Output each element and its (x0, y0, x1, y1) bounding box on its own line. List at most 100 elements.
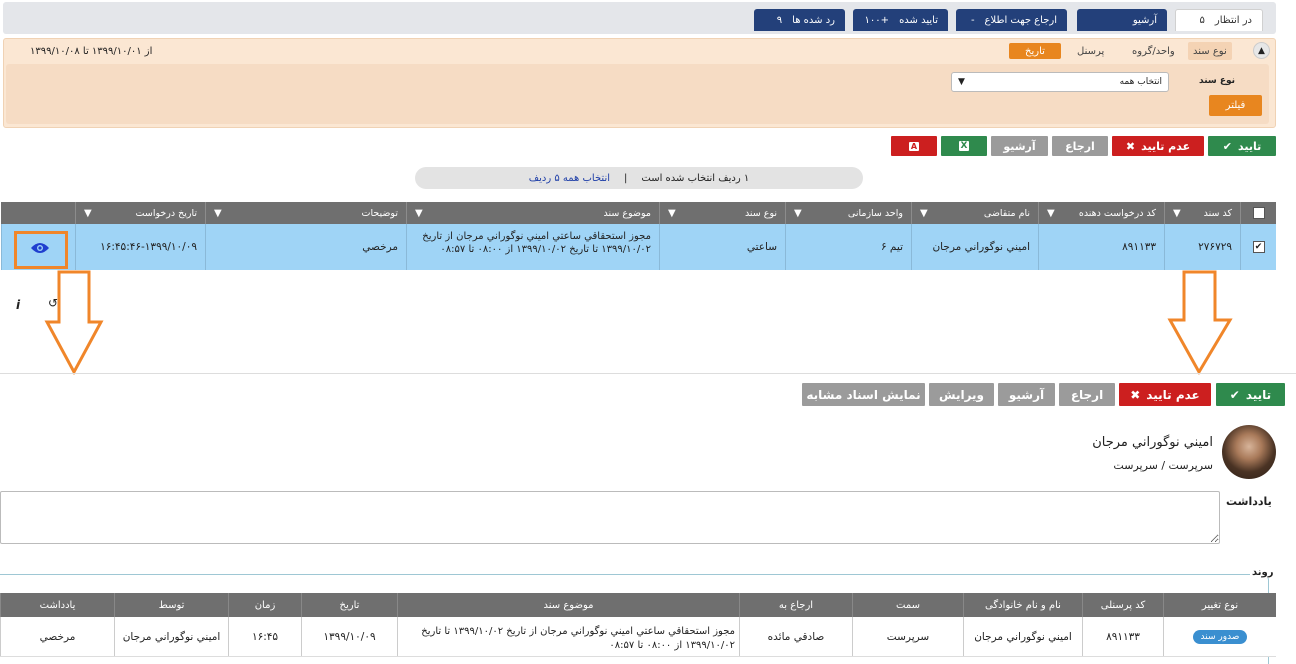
cell-doc-type: ساعتي (659, 224, 785, 270)
col-description-label: توضیحات (361, 207, 398, 219)
col-unit[interactable]: واحد سازمانی ▼ (785, 202, 911, 224)
archive-button[interactable]: آرشیو (991, 136, 1048, 156)
separator: | (624, 172, 628, 184)
col-request-date-label: تاریخ درخواست (135, 207, 197, 219)
tab-approved-label: تایید شده (899, 14, 938, 26)
col-doc-type[interactable]: نوع سند ▼ (659, 202, 785, 224)
col-requester-code-label: کد درخواست دهنده (1078, 207, 1156, 219)
tab-rejected-count: ۹ (776, 14, 783, 26)
col-subject: موضوع سند (397, 593, 739, 617)
table-row[interactable]: ✔ ۲۷۶۷۲۹ ۸۹۱۱۳۳ اميني نوگوراني مرجان تیم… (1, 224, 1276, 270)
tab-approved[interactable]: تایید شده +۱۰۰ (853, 9, 948, 31)
filter-icon[interactable]: ▼ (920, 208, 928, 219)
detail-refer-button[interactable]: ارجاع (1059, 383, 1115, 406)
cell-description: مرخصي (205, 224, 406, 270)
excel-export-button[interactable]: X (941, 136, 987, 156)
col-requester-code[interactable]: کد درخواست دهنده ▼ (1038, 202, 1164, 224)
grid-header: کد سند ▼ کد درخواست دهنده ▼ نام متقاضی ▼ وا… (1, 202, 1276, 224)
filter-icon[interactable]: ▼ (415, 208, 423, 219)
filter-tab-personnel[interactable]: پرسنل (1072, 42, 1109, 60)
tab-approved-count: +۱۰۰ (864, 14, 890, 26)
filter-button[interactable]: فیلتر (1209, 95, 1262, 116)
detail-approve-button[interactable]: ✔ تایید (1216, 383, 1285, 406)
col-description[interactable]: توضیحات ▼ (205, 202, 406, 224)
tab-rejected-label: رد شده ها (792, 14, 835, 26)
tab-archive-label: آرشیو (1132, 14, 1157, 26)
filter-icon[interactable]: ▼ (668, 208, 676, 219)
cell-personnel-code: ۸۹۱۱۳۳ (1082, 617, 1163, 656)
cell-date: ۱۳۹۹/۱۰/۰۹ (301, 617, 397, 656)
col-personnel-code: کد پرسنلی (1082, 593, 1163, 617)
col-subject[interactable]: موضوع سند ▼ (406, 202, 659, 224)
col-note: یادداشت (0, 593, 114, 617)
doc-type-label: نوع سند (1199, 76, 1236, 86)
tab-refer-info[interactable]: ارجاع جهت اطلاع - (956, 9, 1067, 31)
filter-icon[interactable]: ▼ (84, 208, 92, 219)
pdf-export-button[interactable]: A (891, 136, 937, 156)
tab-pending[interactable]: در انتظار ۵ (1175, 9, 1263, 31)
check-icon: ✔ (1229, 387, 1240, 402)
doc-type-select[interactable]: انتخاب همه ▼ (951, 72, 1169, 92)
col-by: توسط (114, 593, 228, 617)
similar-docs-button[interactable]: نمایش اسناد مشابه (802, 383, 925, 406)
note-textarea[interactable] (0, 491, 1220, 544)
cell-subject: مجوز استحقاقي ساعتي اميني نوگوراني مرجان… (406, 224, 659, 270)
cell-change-type: صدور سند (1163, 617, 1276, 656)
detail-reject-button[interactable]: ✖ عدم تایید (1119, 383, 1211, 406)
down-arrow-icon (44, 270, 104, 377)
reject-button[interactable]: ✖ عدم تایید (1112, 136, 1204, 156)
tab-pending-label: در انتظار (1214, 15, 1252, 26)
filter-icon[interactable]: ▼ (794, 208, 802, 219)
note-label: یادداشت (1226, 495, 1272, 508)
filter-tab-unit[interactable]: واحد/گروه (1127, 42, 1180, 60)
filter-icon[interactable]: ▼ (1173, 208, 1181, 219)
cell-time: ۱۶:۴۵ (228, 617, 301, 656)
filter-icon[interactable]: ▼ (214, 208, 222, 219)
status-badge: صدور سند (1192, 629, 1248, 644)
col-position: سمت (852, 593, 963, 617)
caret-down-icon: ▼ (958, 77, 965, 87)
detail-approve-label: تایید (1245, 387, 1272, 402)
col-full-name: نام و نام خانوادگی (963, 593, 1082, 617)
select-all-link[interactable]: انتخاب همه ۵ ردیف (529, 173, 610, 184)
cell-referred-to: صادقي مائده (739, 617, 852, 656)
col-date: تاریخ (301, 593, 397, 617)
cell-unit: تیم ۶ (785, 224, 911, 270)
select-all-cell[interactable] (1240, 202, 1276, 224)
cell-note: مرخصي (0, 617, 114, 656)
cell-full-name: اميني نوگوراني مرجان (963, 617, 1082, 656)
approve-label: تایید (1237, 139, 1262, 153)
col-doc-code[interactable]: کد سند ▼ (1164, 202, 1240, 224)
check-icon: ✔ (1222, 139, 1232, 153)
col-subject-label: موضوع سند (603, 207, 651, 219)
filter-icon[interactable]: ▼ (1047, 208, 1055, 219)
info-icon[interactable]: i (16, 298, 20, 312)
cell-applicant: اميني نوگوراني مرجان (911, 224, 1038, 270)
approve-button[interactable]: ✔ تایید (1208, 136, 1276, 156)
cell-subject: مجوز استحقاقي ساعتي اميني نوگوراني مرجان… (397, 617, 739, 656)
cell-request-date: ۱۶:۴۵:۴۶-۱۳۹۹/۱۰/۰۹ (75, 224, 205, 270)
tab-rejected[interactable]: رد شده ها ۹ (754, 9, 845, 31)
tab-refer-info-count: - (970, 14, 975, 26)
chevron-up-icon[interactable]: ▲ (1253, 42, 1270, 59)
row-select-cell[interactable]: ✔ (1240, 224, 1276, 270)
detail-archive-button[interactable]: آرشیو (998, 383, 1055, 406)
doc-type-select-value: انتخاب همه (1119, 77, 1162, 87)
cell-by: اميني نوگوراني مرجان (114, 617, 228, 656)
eye-icon[interactable] (30, 240, 50, 259)
select-all-checkbox[interactable] (1252, 207, 1265, 219)
cell-doc-code: ۲۷۶۷۲۹ (1164, 224, 1240, 270)
col-applicant[interactable]: نام متقاضی ▼ (911, 202, 1038, 224)
col-applicant-label: نام متقاضی (983, 207, 1030, 219)
col-doc-code-label: کد سند (1203, 207, 1232, 219)
detail-edit-button[interactable]: ویرایش (929, 383, 994, 406)
col-request-date[interactable]: تاریخ درخواست ▼ (75, 202, 205, 224)
row-checkbox[interactable]: ✔ (1252, 241, 1265, 253)
user-name: اميني نوگوراني مرجان (1092, 435, 1213, 450)
filter-tab-doc-type[interactable]: نوع سند (1188, 42, 1232, 60)
selection-text: ۱ ردیف انتخاب شده است (641, 172, 750, 184)
tab-archive[interactable]: آرشیو (1077, 9, 1167, 31)
refer-button[interactable]: ارجاع (1052, 136, 1108, 156)
detail-reject-label: عدم تایید (1146, 387, 1200, 402)
filter-tab-date[interactable]: تاریخ (1009, 43, 1061, 59)
